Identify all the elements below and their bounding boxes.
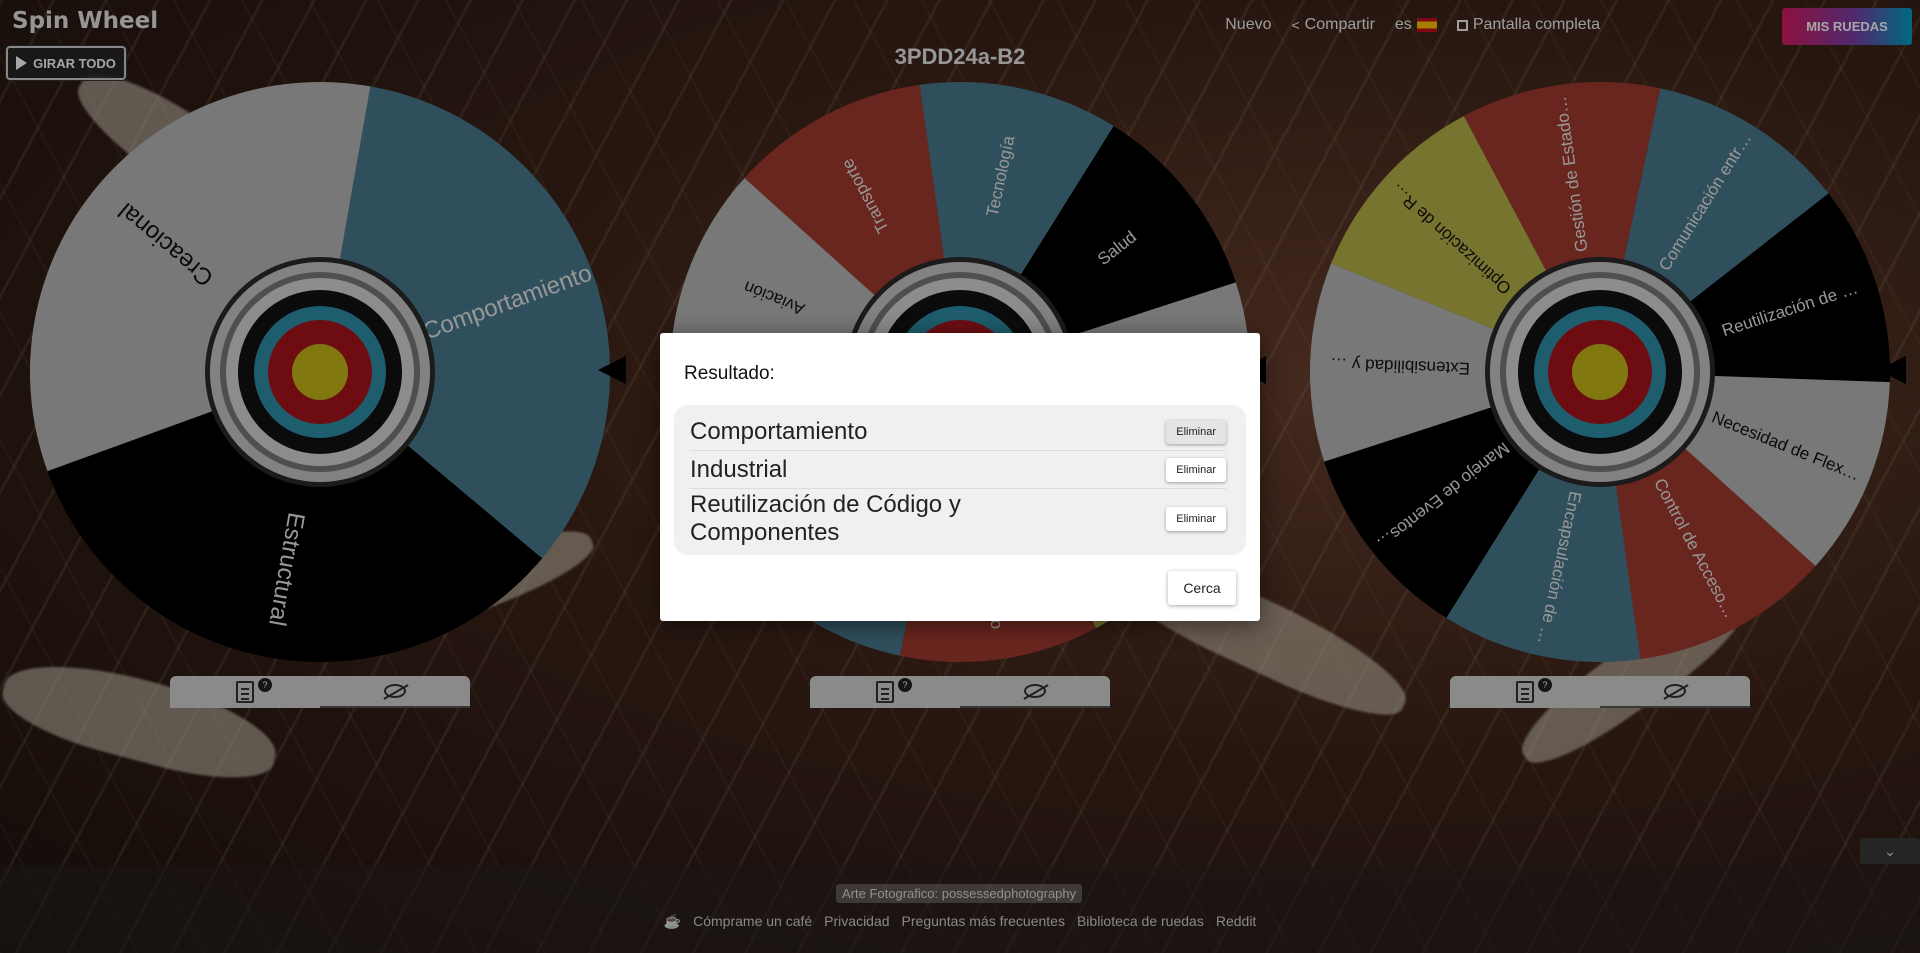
- remove-result-button[interactable]: Eliminar: [1166, 419, 1226, 444]
- result-text: Reutilización de Código y Componentes: [690, 491, 961, 546]
- result-dialog: Resultado: Comportamiento Eliminar Indus…: [660, 333, 1260, 621]
- result-text: Comportamiento: [690, 417, 868, 445]
- result-list: Comportamiento Eliminar Industrial Elimi…: [674, 405, 1246, 555]
- result-row: Industrial Eliminar: [690, 451, 1226, 489]
- result-dialog-title: Resultado:: [684, 363, 775, 384]
- remove-result-button[interactable]: Eliminar: [1166, 507, 1226, 531]
- close-dialog-button[interactable]: Cerca: [1168, 571, 1236, 605]
- result-text: Industrial: [690, 455, 788, 483]
- result-row: Comportamiento Eliminar: [690, 413, 1226, 451]
- remove-result-button[interactable]: Eliminar: [1166, 457, 1226, 482]
- result-row: Reutilización de Código y Componentes El…: [690, 489, 1226, 549]
